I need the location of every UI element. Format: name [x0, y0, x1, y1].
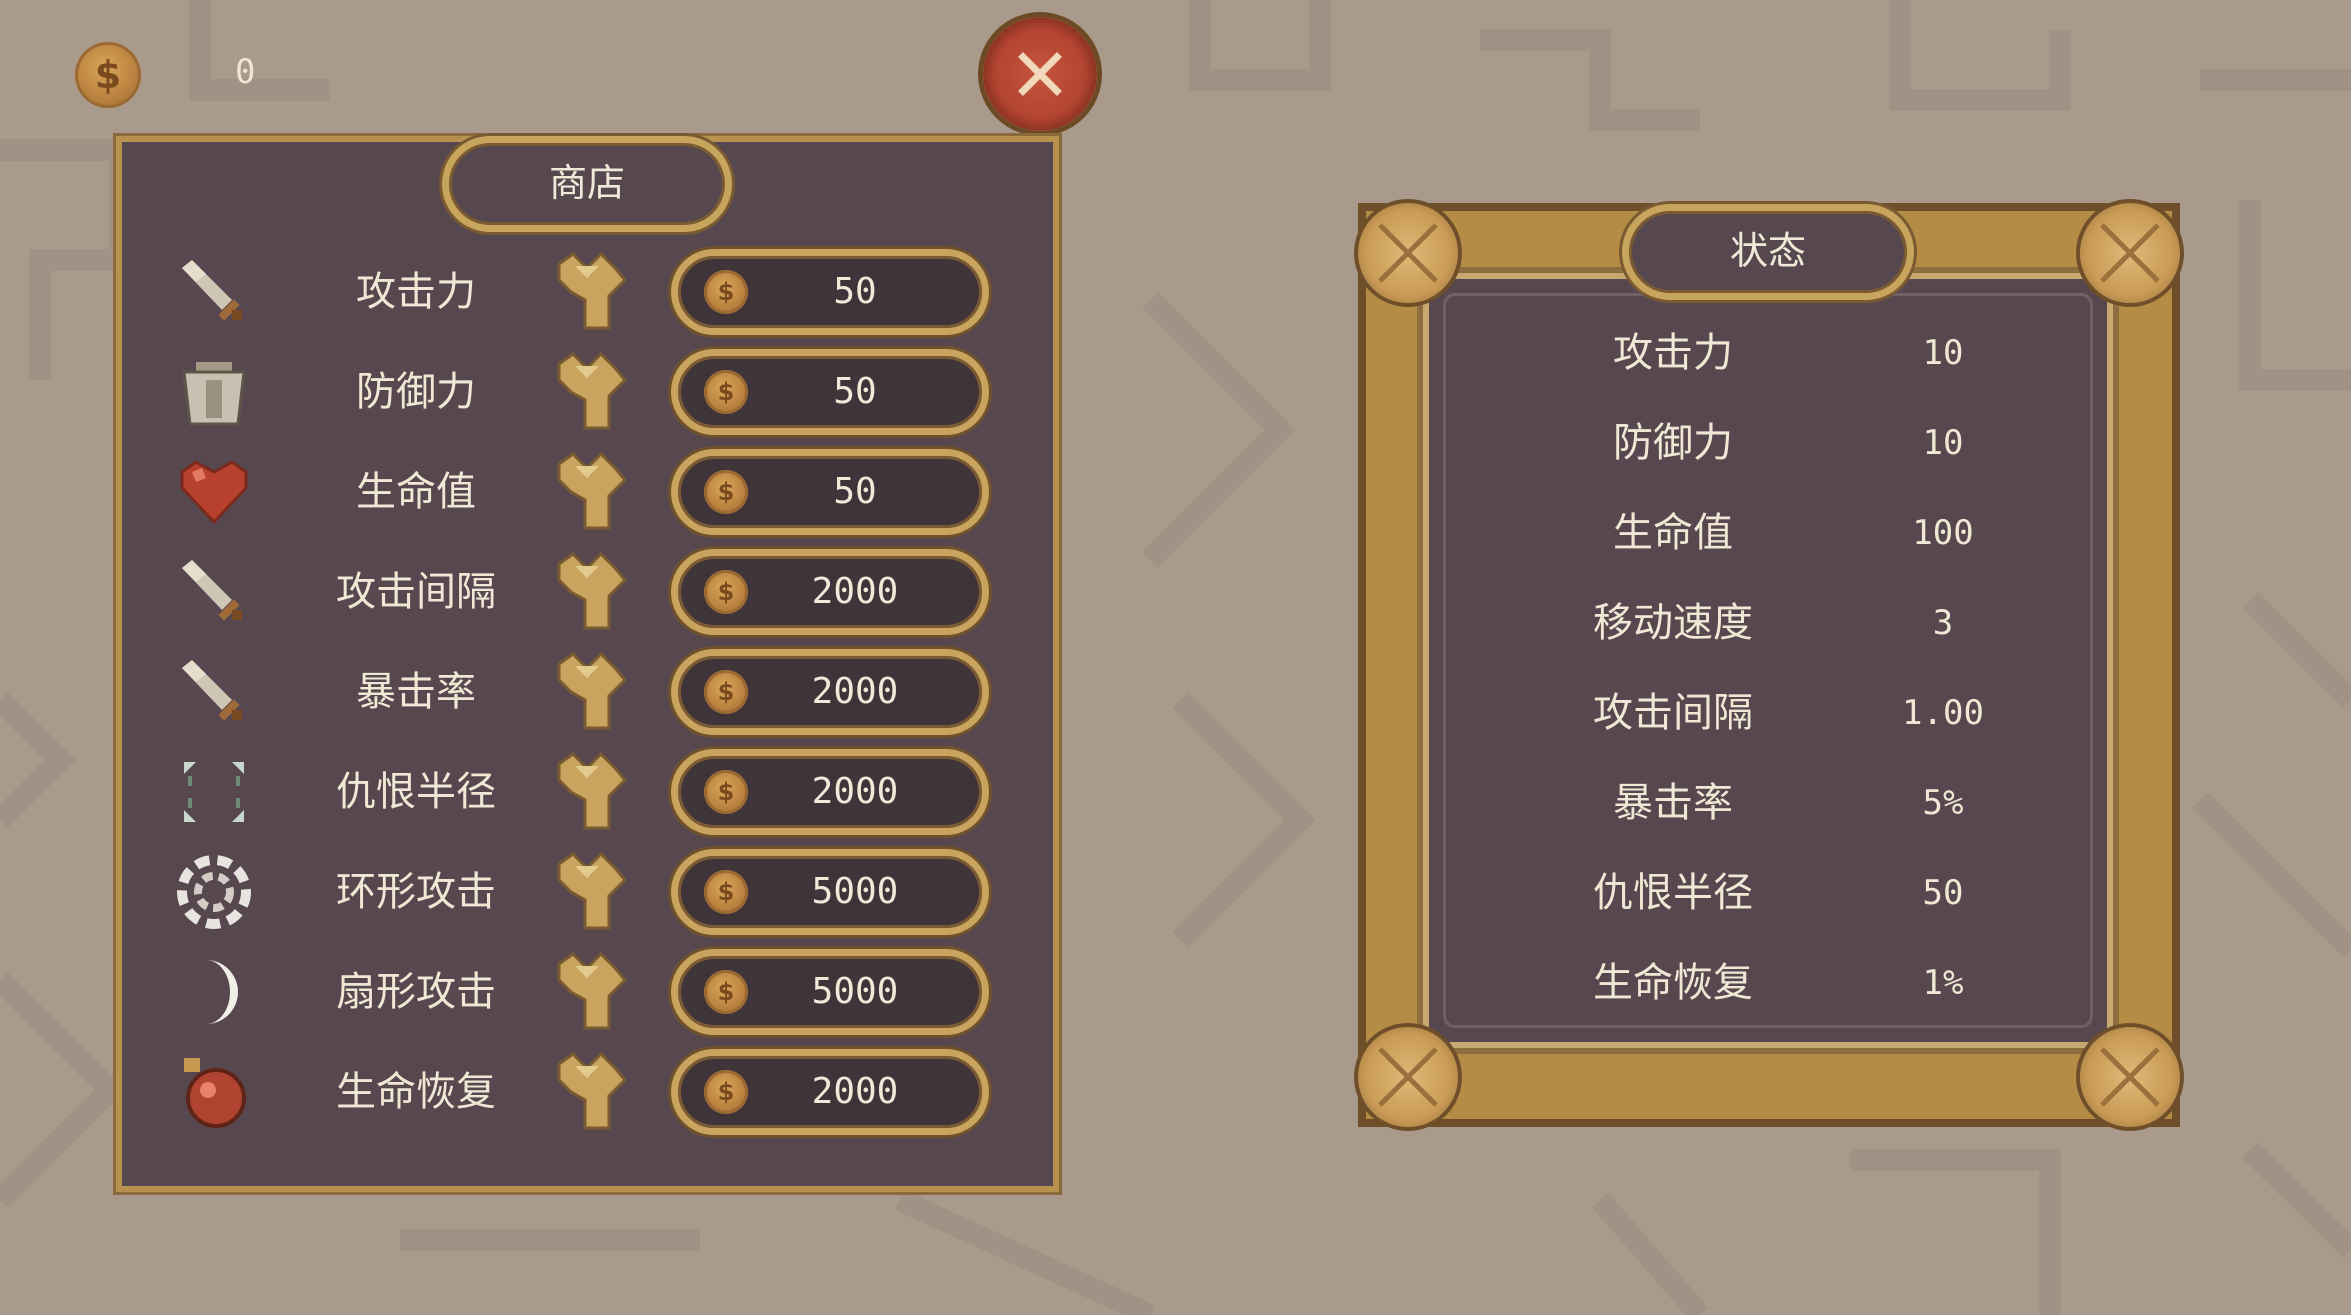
stat-label: 生命值 [1613, 510, 1733, 556]
price: 5000 [811, 971, 899, 1012]
item-label: 攻击间隔 [336, 569, 496, 615]
item-label: 防御力 [356, 369, 476, 415]
close-icon [1018, 52, 1062, 96]
shop-row-regen: 生命恢复 $ 2000 [116, 1042, 1059, 1142]
stat-row: 移动速度 3 [1423, 578, 2113, 668]
armor-icon [182, 362, 246, 426]
coin-icon: $ [704, 770, 748, 814]
sword-icon [182, 260, 242, 321]
status-title: 状态 [1622, 204, 1914, 300]
coin-icon: $ [75, 42, 141, 108]
coin-icon: $ [704, 270, 748, 314]
price: 2000 [811, 571, 899, 612]
sword-icon [182, 560, 242, 621]
coin-icon: $ [704, 970, 748, 1014]
item-label: 扇形攻击 [336, 969, 496, 1015]
price: 50 [833, 371, 877, 412]
shop-row-defense: 防御力 $ 50 [116, 342, 1059, 442]
upgrade-arrow-icon[interactable] [551, 452, 631, 532]
price: 2000 [811, 771, 899, 812]
buy-button[interactable]: $ 2000 [671, 549, 989, 635]
stat-row: 防御力 10 [1423, 398, 2113, 488]
item-label: 攻击力 [356, 269, 476, 315]
buy-button[interactable]: $ 2000 [671, 1049, 989, 1135]
shop-row-ring-attack: 环形攻击 $ 5000 [116, 842, 1059, 942]
upgrade-arrow-icon[interactable] [551, 352, 631, 432]
stat-label: 攻击间隔 [1593, 690, 1753, 736]
buy-button[interactable]: $ 50 [671, 349, 989, 435]
buy-button[interactable]: $ 5000 [671, 849, 989, 935]
stat-value: 100 [1912, 513, 1974, 553]
stat-label: 移动速度 [1593, 600, 1753, 646]
heart-icon [180, 460, 248, 525]
upgrade-arrow-icon[interactable] [551, 552, 631, 632]
price: 50 [833, 271, 877, 312]
stat-label: 生命恢复 [1593, 960, 1753, 1006]
stat-label: 攻击力 [1613, 330, 1733, 376]
radius-icon [184, 762, 244, 822]
upgrade-arrow-icon[interactable] [551, 652, 631, 732]
stat-value: 10 [1922, 333, 1964, 373]
stat-value: 5% [1922, 783, 1964, 823]
stat-row: 生命值 100 [1423, 488, 2113, 578]
shop-row-health: 生命值 $ 50 [116, 442, 1059, 542]
coin-count: 0 [235, 52, 256, 92]
buy-button[interactable]: $ 2000 [671, 649, 989, 735]
buy-button[interactable]: $ 2000 [671, 749, 989, 835]
close-button[interactable] [983, 17, 1097, 131]
stat-row: 暴击率 5% [1423, 758, 2113, 848]
item-label: 暴击率 [356, 669, 476, 715]
coin-icon: $ [704, 670, 748, 714]
coin-icon: $ [704, 870, 748, 914]
spiral-icon [177, 855, 251, 929]
coin-icon: $ [704, 370, 748, 414]
stat-value: 1% [1922, 963, 1964, 1003]
buy-button[interactable]: $ 50 [671, 249, 989, 335]
stat-label: 仇恨半径 [1593, 870, 1753, 916]
shop-row-attack-interval: 攻击间隔 $ 2000 [116, 542, 1059, 642]
price: 50 [833, 471, 877, 512]
corner-knob-icon [2080, 1027, 2180, 1127]
coin-icon: $ [704, 570, 748, 614]
price: 5000 [811, 871, 899, 912]
shop-row-crit-rate: 暴击率 $ 2000 [116, 642, 1059, 742]
stat-value: 1.00 [1902, 693, 1984, 733]
buy-button[interactable]: $ 50 [671, 449, 989, 535]
coin-icon: $ [704, 1070, 748, 1114]
corner-knob-icon [1358, 203, 1458, 303]
price: 2000 [811, 1071, 899, 1112]
upgrade-arrow-icon[interactable] [551, 1052, 631, 1132]
stat-row: 攻击力 10 [1423, 308, 2113, 398]
item-label: 生命恢复 [336, 1069, 496, 1115]
stat-value: 10 [1922, 423, 1964, 463]
stat-row: 生命恢复 1% [1423, 938, 2113, 1028]
shop-row-aggro-radius: 仇恨半径 $ 2000 [116, 742, 1059, 842]
crescent-icon [206, 960, 238, 1024]
sword-icon [182, 660, 242, 721]
coin-icon: $ [704, 470, 748, 514]
buy-button[interactable]: $ 5000 [671, 949, 989, 1035]
stat-value: 3 [1932, 603, 1954, 643]
stat-label: 防御力 [1613, 420, 1733, 466]
upgrade-arrow-icon[interactable] [551, 252, 631, 332]
item-label: 环形攻击 [336, 869, 496, 915]
stat-row: 攻击间隔 1.00 [1423, 668, 2113, 758]
price: 2000 [811, 671, 899, 712]
corner-knob-icon [1358, 1027, 1458, 1127]
shop-row-attack: 攻击力 $ 50 [116, 242, 1059, 342]
upgrade-arrow-icon[interactable] [551, 852, 631, 932]
shop-row-fan-attack: 扇形攻击 $ 5000 [116, 942, 1059, 1042]
stat-label: 暴击率 [1613, 780, 1733, 826]
shop-title: 商店 [442, 136, 732, 232]
stat-row: 仇恨半径 50 [1423, 848, 2113, 938]
stat-value: 50 [1922, 873, 1964, 913]
upgrade-arrow-icon[interactable] [551, 752, 631, 832]
corner-knob-icon [2080, 203, 2180, 303]
item-label: 生命值 [356, 469, 476, 515]
upgrade-arrow-icon[interactable] [551, 952, 631, 1032]
potion-icon [184, 1058, 246, 1128]
item-label: 仇恨半径 [336, 769, 496, 815]
